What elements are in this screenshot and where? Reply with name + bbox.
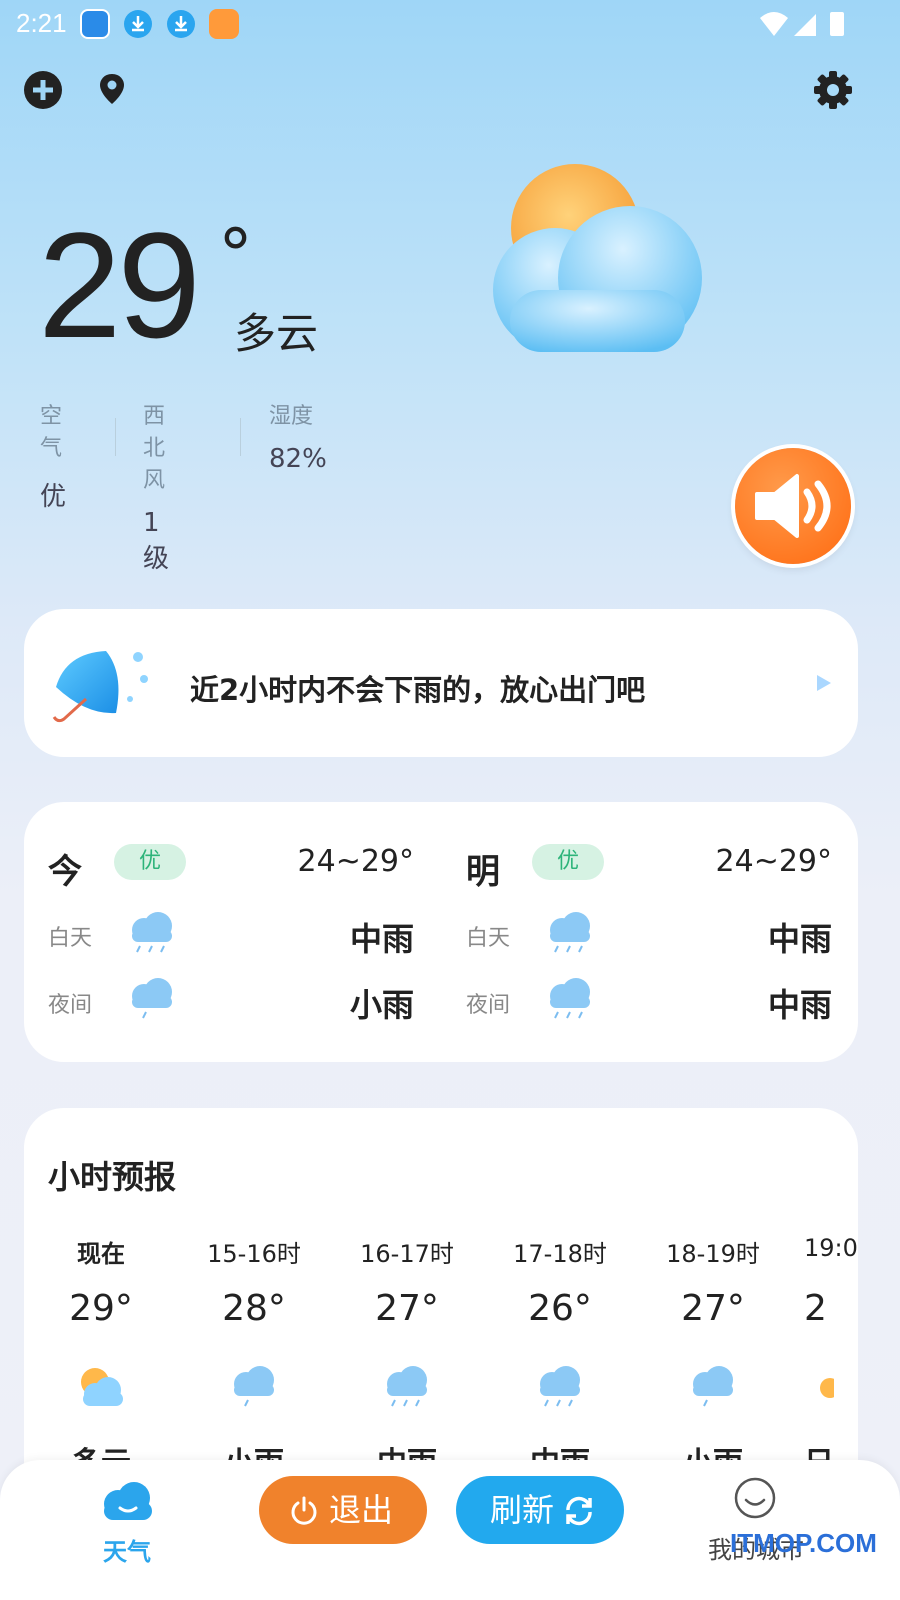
day-condition: 中雨	[349, 920, 414, 958]
notification-app-icon	[209, 9, 239, 39]
night-label: 夜间	[48, 993, 93, 1018]
exit-label: 退出	[329, 1491, 394, 1529]
hourly-item: 16-17时 27° 中雨	[332, 1234, 482, 1482]
hourly-forecast-card: 小时预报 现在 29° 多云 15-16时 28° 小雨 16-17时 27° …	[24, 1108, 858, 1508]
gear-icon[interactable]	[813, 70, 853, 110]
partly-cloudy-icon	[493, 164, 702, 352]
hour-time: 17-18时	[513, 1240, 607, 1268]
watermark: ITMOP.COM	[730, 1528, 877, 1558]
power-icon	[291, 1496, 317, 1525]
voice-broadcast-button[interactable]	[735, 448, 851, 564]
hour-temp: 27°	[375, 1288, 439, 1329]
hour-time: 15-16时	[207, 1240, 301, 1268]
metric-value: 82%	[269, 444, 327, 474]
rain-cloud-icon	[540, 1366, 580, 1407]
signal-icons	[760, 12, 844, 36]
status-time: 2:21	[16, 8, 67, 38]
metric-air-quality: 空气 优	[40, 398, 66, 513]
notification-app-icon	[80, 9, 110, 39]
sun-icon	[820, 1378, 840, 1398]
temp-range: 24~29°	[297, 844, 414, 879]
hourly-item: 15-16时 28° 小雨	[179, 1234, 329, 1482]
status-bar: 2:21	[0, 0, 900, 48]
metric-value: 1级	[143, 508, 170, 574]
exit-button[interactable]: 退出	[259, 1476, 427, 1544]
divider	[115, 418, 116, 456]
hour-time: 18-19时	[666, 1240, 760, 1268]
nav-weather-label: 天气	[103, 1538, 151, 1566]
day-label: 白天	[466, 926, 511, 951]
night-label: 夜间	[466, 993, 511, 1018]
refresh-button[interactable]: 刷新	[456, 1476, 624, 1544]
day-label: 白天	[48, 926, 93, 951]
hour-time: 16-17时	[360, 1240, 454, 1268]
hour-time: 19:0	[804, 1234, 858, 1262]
forecast-today[interactable]: 今 优 24~29° 白天 中雨 夜间 小雨	[24, 802, 414, 1062]
hourly-item: 现在 29° 多云	[26, 1234, 176, 1482]
refresh-label: 刷新	[490, 1491, 555, 1529]
aqi-badge: 优	[532, 844, 604, 880]
metric-label: 湿度	[269, 404, 314, 429]
metric-value: 优	[40, 482, 67, 512]
download-icon	[167, 10, 195, 38]
rain-alert-text: 近2小时内不会下雨的，放心出门吧	[190, 673, 646, 707]
play-icon[interactable]	[814, 673, 834, 693]
umbrella-icon	[52, 651, 148, 723]
forecast-tomorrow[interactable]: 明 优 24~29° 白天 中雨 夜间 中雨	[442, 802, 832, 1062]
rain-cloud-icon	[387, 1366, 427, 1407]
metric-label: 西北风	[143, 404, 166, 493]
hourly-item: 19:0 2 日	[804, 1234, 858, 1482]
location-icon[interactable]	[92, 70, 132, 110]
daily-forecast-card: 今 优 24~29° 白天 中雨 夜间 小雨 明 优 24~29° 白天 中雨 …	[24, 802, 858, 1062]
metric-label: 空气	[40, 404, 63, 461]
current-temperature: 29	[38, 201, 201, 369]
rain-alert-card[interactable]: 近2小时内不会下雨的，放心出门吧	[24, 609, 858, 757]
rain-cloud-icon	[550, 912, 590, 953]
divider	[240, 418, 241, 456]
hourly-item: 17-18时 26° 中雨	[485, 1234, 635, 1482]
partly-cloudy-icon	[81, 1368, 123, 1406]
current-condition: 多云	[234, 309, 319, 358]
forecast-day: 今	[48, 852, 82, 892]
metric-wind: 西北风 1级	[143, 398, 169, 575]
download-icon	[124, 10, 152, 38]
rain-cloud-icon	[234, 1366, 274, 1407]
weather-cloud-icon	[104, 1482, 152, 1520]
hour-temp: 2	[804, 1288, 827, 1329]
hourly-item: 18-19时 27° 小雨	[638, 1234, 788, 1482]
temp-range: 24~29°	[715, 844, 832, 879]
rain-cloud-icon	[132, 978, 172, 1019]
rain-cloud-icon	[550, 978, 590, 1019]
rain-cloud-icon	[132, 912, 172, 953]
speaker-icon	[755, 474, 831, 538]
refresh-icon	[566, 1496, 592, 1526]
aqi-badge: 优	[114, 844, 186, 880]
add-city-icon[interactable]	[23, 70, 63, 110]
metric-humidity: 湿度 82%	[269, 398, 327, 474]
day-condition: 中雨	[767, 920, 832, 958]
hour-temp: 26°	[528, 1288, 592, 1329]
nav-weather[interactable]: 天气	[90, 1474, 170, 1584]
hour-temp: 27°	[681, 1288, 745, 1329]
smiley-icon	[734, 1477, 776, 1519]
night-condition: 小雨	[349, 986, 414, 1024]
hour-time: 现在	[77, 1240, 125, 1268]
night-condition: 中雨	[767, 986, 832, 1024]
rain-cloud-icon	[693, 1366, 733, 1407]
degree-symbol: °	[218, 214, 253, 296]
hour-temp: 29°	[69, 1288, 133, 1329]
hourly-scroller[interactable]: 现在 29° 多云 15-16时 28° 小雨 16-17时 27° 中雨 17…	[24, 1108, 858, 1508]
forecast-day: 明	[466, 852, 500, 892]
hour-temp: 28°	[222, 1288, 286, 1329]
